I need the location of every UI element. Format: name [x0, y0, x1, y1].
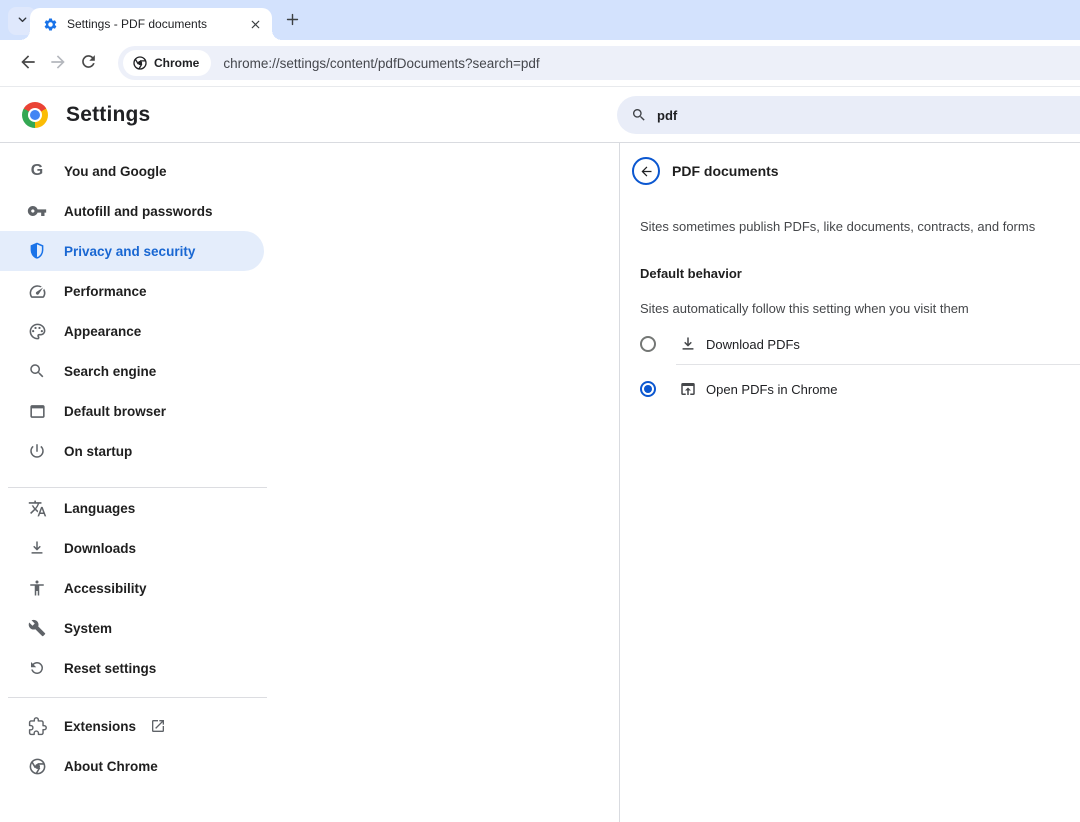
settings-header: Settings pdf [0, 87, 1080, 143]
back-button[interactable] [14, 47, 42, 79]
sidebar-item-autofill[interactable]: Autofill and passwords [0, 191, 264, 231]
address-bar[interactable]: Chrome chrome://settings/content/pdfDocu… [118, 46, 1080, 80]
tab-close-icon[interactable] [246, 15, 264, 33]
chrome-mono-icon [132, 55, 148, 71]
external-link-icon [150, 718, 166, 734]
settings-body: G You and Google Autofill and passwords … [0, 143, 1080, 822]
option-open-pdfs-in-chrome[interactable]: Open PDFs in Chrome [620, 365, 1080, 413]
sidebar-item-system[interactable]: System [0, 608, 264, 648]
key-icon [27, 201, 47, 221]
sidebar-item-downloads[interactable]: Downloads [0, 528, 264, 568]
wrench-icon [27, 618, 47, 638]
back-arrow-icon [18, 52, 38, 75]
subpage-title: PDF documents [672, 163, 779, 179]
sidebar-item-extensions[interactable]: Extensions [0, 706, 264, 746]
browser-window: Settings - PDF documents Chrome chrome:/… [0, 0, 1080, 822]
page-heading: Settings [66, 102, 151, 126]
page-description: Sites sometimes publish PDFs, like docum… [640, 219, 1036, 234]
sidebar-item-you-and-google[interactable]: G You and Google [0, 151, 264, 191]
power-icon [27, 441, 47, 461]
translate-icon [27, 498, 47, 518]
search-icon [631, 107, 647, 123]
sidebar-item-privacy-security[interactable]: Privacy and security [0, 231, 264, 271]
sidebar-item-search-engine[interactable]: Search engine [0, 351, 264, 391]
tab-title: Settings - PDF documents [67, 17, 208, 31]
puzzle-icon [27, 716, 47, 736]
open-in-chrome-icon [679, 380, 697, 398]
sidebar-item-reset-settings[interactable]: Reset settings [0, 648, 264, 688]
reset-icon [27, 658, 47, 678]
subpage-header: PDF documents [620, 157, 1080, 185]
pdf-documents-page: PDF documents Sites sometimes publish PD… [620, 143, 1080, 822]
sidebar-item-on-startup[interactable]: On startup [0, 431, 264, 471]
site-info-chip[interactable]: Chrome [123, 50, 212, 76]
sidebar-item-languages[interactable]: Languages [0, 488, 264, 528]
chrome-mono-icon [27, 756, 47, 776]
plus-icon [284, 11, 301, 31]
settings-sidebar: G You and Google Autofill and passwords … [0, 143, 620, 822]
site-chip-label: Chrome [154, 56, 200, 70]
chevron-down-icon [16, 13, 29, 29]
chrome-logo [22, 102, 48, 128]
section-description: Sites automatically follow this setting … [640, 301, 969, 316]
search-icon [27, 361, 47, 381]
palette-icon [27, 321, 47, 341]
option-download-pdfs[interactable]: Download PDFs [620, 324, 1080, 364]
accessibility-icon [27, 578, 47, 598]
settings-search-input[interactable]: pdf [617, 96, 1080, 134]
sidebar-item-performance[interactable]: Performance [0, 271, 264, 311]
sidebar-item-about-chrome[interactable]: About Chrome [0, 746, 264, 786]
browser-tab[interactable]: Settings - PDF documents [20, 8, 282, 40]
browser-toolbar: Chrome chrome://settings/content/pdfDocu… [0, 40, 1080, 87]
back-arrow-icon [639, 164, 654, 179]
section-title: Default behavior [640, 266, 742, 281]
settings-gear-favicon [43, 17, 58, 32]
shield-icon [27, 241, 47, 261]
search-value: pdf [657, 107, 678, 123]
forward-button[interactable] [44, 47, 72, 79]
subpage-back-button[interactable] [632, 157, 660, 185]
sidebar-divider [8, 697, 267, 698]
reload-icon [79, 52, 98, 74]
radio-selected[interactable] [640, 381, 656, 397]
sidebar-item-accessibility[interactable]: Accessibility [0, 568, 264, 608]
tab-strip: Settings - PDF documents [0, 0, 1080, 40]
radio-unselected[interactable] [640, 336, 656, 352]
google-g-icon: G [30, 162, 44, 179]
forward-arrow-icon [48, 52, 68, 75]
reload-button[interactable] [74, 47, 102, 79]
speedometer-icon [27, 281, 47, 301]
sidebar-item-appearance[interactable]: Appearance [0, 311, 264, 351]
new-tab-button[interactable] [279, 8, 305, 34]
url-text: chrome://settings/content/pdfDocuments?s… [223, 55, 540, 71]
download-icon [27, 538, 47, 558]
sidebar-item-default-browser[interactable]: Default browser [0, 391, 264, 431]
download-icon [679, 335, 697, 353]
browser-window-icon [27, 401, 47, 421]
